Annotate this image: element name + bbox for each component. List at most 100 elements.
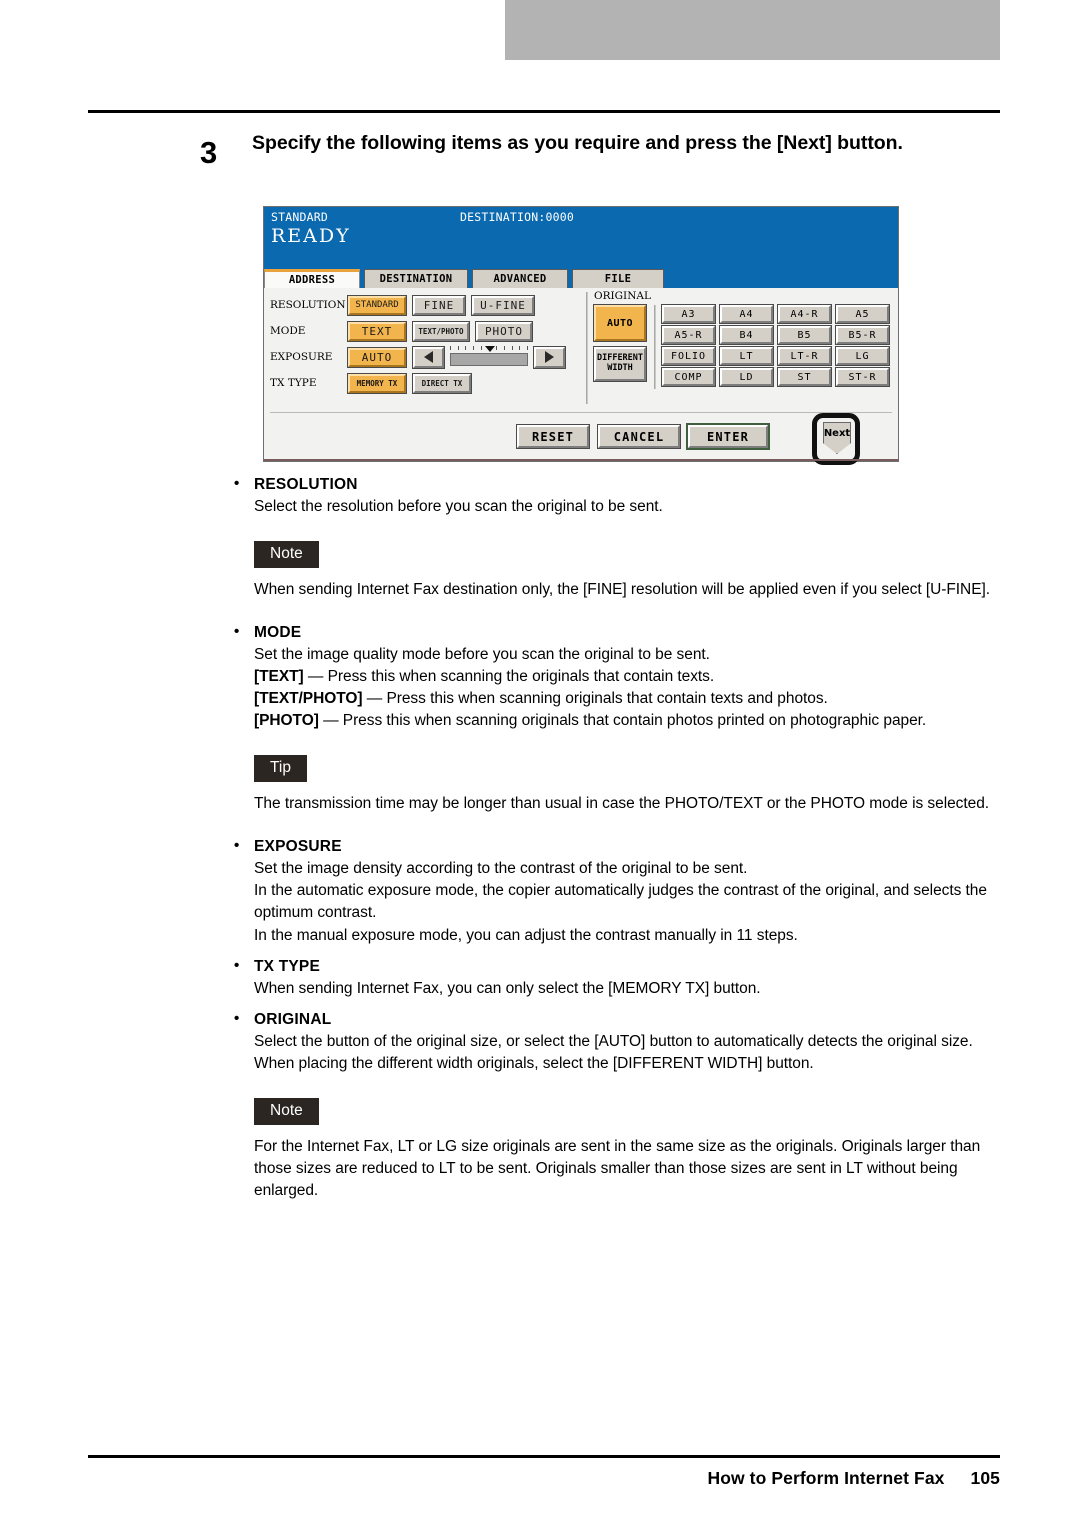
panel-status: STANDARD — [271, 210, 328, 224]
text-original-1: Select the button of the original size, … — [254, 1032, 973, 1050]
desc-text-photo: — Press this when scanning originals tha… — [362, 690, 828, 708]
triangle-left-icon — [424, 351, 433, 363]
header-rule — [88, 110, 1000, 113]
heading-original: ORIGINAL — [232, 1010, 1000, 1029]
text-exposure-3: In the manual exposure mode, you can adj… — [254, 926, 798, 944]
text-note-1: When sending Internet Fax destination on… — [254, 580, 991, 598]
fax-control-panel: STANDARD DESTINATION:0000 READY ADDRESS … — [263, 206, 899, 465]
panel-settings-column: RESOLUTION STANDARD FINE U-FINE MODE TEX… — [270, 292, 582, 396]
resolution-label: RESOLUTION — [270, 299, 346, 311]
tx-type-direct-button[interactable]: DIRECT TX — [412, 372, 472, 394]
enter-button[interactable]: ENTER — [686, 423, 770, 450]
exposure-slider-bar — [450, 353, 528, 366]
resolution-row: RESOLUTION STANDARD FINE U-FINE — [270, 292, 582, 318]
original-size-grid: A3 A4 A4-R A5 A5-R B4 B5 B5-R FOLIO LT L… — [661, 304, 890, 387]
term-text: [TEXT] — [254, 667, 304, 685]
original-size-lt[interactable]: LT — [719, 346, 774, 366]
text-exposure-1: Set the image density according to the c… — [254, 860, 748, 878]
exposure-row: EXPOSURE AUTO — [270, 344, 582, 370]
exposure-auto-button[interactable]: AUTO — [347, 346, 407, 368]
original-size-comp[interactable]: COMP — [661, 367, 716, 387]
note-badge-2: Note — [254, 1098, 319, 1125]
step-number: 3 — [200, 135, 218, 170]
panel-ready-label: READY — [271, 225, 351, 247]
panel-header: STANDARD DESTINATION:0000 READY — [264, 207, 898, 269]
panel-destination-count: DESTINATION:0000 — [460, 210, 574, 224]
exposure-decrease-button[interactable] — [412, 345, 445, 369]
tx-type-row: TX TYPE MEMORY TX DIRECT TX — [270, 370, 582, 396]
original-size-a4[interactable]: A4 — [719, 304, 774, 324]
panel-bottom-edge — [264, 459, 898, 461]
triangle-right-icon — [545, 351, 554, 363]
exposure-increase-button[interactable] — [533, 345, 566, 369]
panel-horizontal-divider — [270, 412, 892, 413]
footer-page-number: 105 — [970, 1468, 1000, 1488]
panel-action-row: RESET CANCEL ENTER Next — [264, 413, 898, 465]
original-section: ORIGINAL AUTO DIFFERENT WIDTH A3 A4 A4-R… — [593, 290, 894, 389]
tab-destination[interactable]: DESTINATION — [364, 269, 468, 288]
desc-text: — Press this when scanning the originals… — [303, 667, 715, 685]
original-different-width-button[interactable]: DIFFERENT WIDTH — [593, 346, 647, 382]
original-size-a4r[interactable]: A4-R — [777, 304, 832, 324]
tab-advanced[interactable]: ADVANCED — [472, 269, 568, 288]
original-size-a3[interactable]: A3 — [661, 304, 716, 324]
text-mode-text: [TEXT] — Press this when scanning the or… — [254, 666, 1000, 688]
step-heading: 3 Specify the following items as you req… — [200, 131, 1000, 168]
page-footer: How to Perform Internet Fax 105 — [88, 1468, 1000, 1489]
exposure-label: EXPOSURE — [270, 351, 333, 363]
mode-photo-button[interactable]: PHOTO — [475, 320, 533, 342]
original-size-folio[interactable]: FOLIO — [661, 346, 716, 366]
original-size-b5[interactable]: B5 — [777, 325, 832, 345]
next-button-highlight: Next — [812, 413, 860, 465]
resolution-standard-button[interactable]: STANDARD — [347, 294, 407, 316]
original-size-st[interactable]: ST — [777, 367, 832, 387]
term-text-photo: [TEXT/PHOTO] — [254, 690, 363, 708]
resolution-fine-button[interactable]: FINE — [412, 294, 466, 316]
heading-tx-type: TX TYPE — [232, 957, 1000, 976]
text-tip: The transmission time may be longer than… — [254, 794, 990, 812]
tab-address[interactable]: ADDRESS — [264, 269, 360, 288]
original-size-a5[interactable]: A5 — [835, 304, 890, 324]
text-mode-intro: Set the image quality mode before you sc… — [254, 645, 710, 663]
tx-type-label: TX TYPE — [270, 377, 317, 389]
original-size-b4[interactable]: B4 — [719, 325, 774, 345]
desc-photo: — Press this when scanning originals tha… — [318, 712, 927, 730]
original-size-str[interactable]: ST-R — [835, 367, 890, 387]
mode-row: MODE TEXT TEXT/PHOTO PHOTO — [270, 318, 582, 344]
panel-vertical-divider — [586, 292, 588, 404]
original-label: ORIGINAL — [594, 290, 651, 302]
original-divider — [654, 305, 656, 389]
page-header-band — [505, 0, 1000, 60]
step-instruction: Specify the following items as you requi… — [252, 132, 903, 154]
exposure-slider[interactable] — [450, 346, 528, 368]
heading-resolution: RESOLUTION — [232, 475, 1000, 494]
text-mode-photo: [PHOTO] — Press this when scanning origi… — [254, 710, 1000, 732]
resolution-ufine-button[interactable]: U-FINE — [471, 294, 535, 316]
original-size-b5r[interactable]: B5-R — [835, 325, 890, 345]
exposure-slider-marker-icon — [485, 346, 495, 352]
reset-button[interactable]: RESET — [516, 424, 590, 449]
original-size-ld[interactable]: LD — [719, 367, 774, 387]
mode-text-photo-button[interactable]: TEXT/PHOTO — [412, 320, 470, 342]
panel-body: RESOLUTION STANDARD FINE U-FINE MODE TEX… — [264, 288, 898, 465]
different-width-line2: WIDTH — [607, 363, 633, 373]
original-size-a5r[interactable]: A5-R — [661, 325, 716, 345]
next-button[interactable]: Next — [823, 422, 851, 454]
footer-rule — [88, 1455, 1000, 1458]
original-auto-button[interactable]: AUTO — [593, 304, 647, 342]
footer-title: How to Perform Internet Fax — [707, 1468, 945, 1488]
original-size-ltr[interactable]: LT-R — [777, 346, 832, 366]
tx-type-memory-button[interactable]: MEMORY TX — [347, 372, 407, 394]
text-resolution: Select the resolution before you scan th… — [254, 498, 663, 515]
text-mode-textphoto: [TEXT/PHOTO] — Press this when scanning … — [254, 688, 1000, 710]
heading-exposure: EXPOSURE — [232, 837, 1000, 856]
tip-badge: Tip — [254, 755, 307, 782]
mode-label: MODE — [270, 325, 306, 337]
text-note-2: For the Internet Fax, LT or LG size orig… — [254, 1137, 981, 1199]
mode-text-button[interactable]: TEXT — [347, 320, 407, 342]
text-exposure-2: In the automatic exposure mode, the copi… — [254, 882, 987, 922]
heading-mode: MODE — [232, 623, 1000, 642]
cancel-button[interactable]: CANCEL — [597, 424, 681, 449]
original-size-lg[interactable]: LG — [835, 346, 890, 366]
tab-file[interactable]: FILE — [572, 269, 664, 288]
